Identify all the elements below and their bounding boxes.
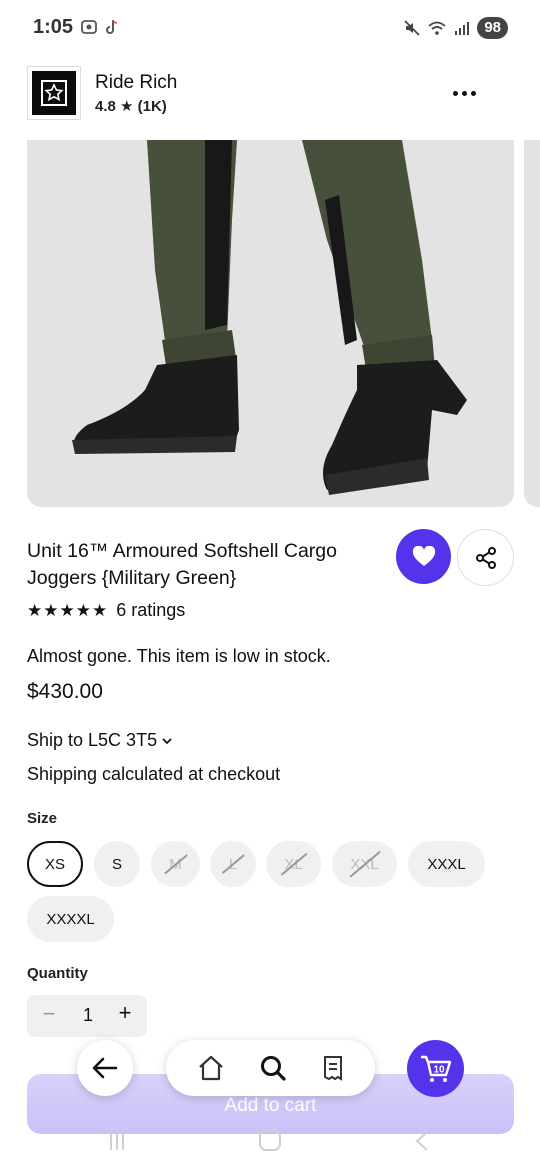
size-option-xl[interactable]: XL	[266, 841, 321, 887]
size-option-s[interactable]: S	[94, 841, 140, 887]
size-option-xxxxl[interactable]: XXXXL	[27, 896, 114, 942]
back-button[interactable]	[77, 1040, 133, 1096]
product-title: Unit 16™ Armoured Softshell Cargo Jogger…	[27, 540, 337, 589]
recent-apps-button[interactable]	[110, 1130, 124, 1150]
mute-icon	[404, 20, 420, 36]
cart-icon: 10	[420, 1055, 451, 1082]
battery-indicator: 98	[477, 17, 508, 39]
size-label: Size	[27, 810, 58, 827]
stock-status: Almost gone. This item is low in stock.	[27, 646, 331, 666]
status-time: 1:05	[33, 16, 74, 38]
wifi-icon	[428, 21, 446, 35]
status-system-icons: 98	[403, 17, 508, 39]
size-option-xs[interactable]: XS	[27, 841, 83, 887]
system-navigation-bar	[0, 1120, 540, 1170]
signal-icon	[455, 22, 470, 35]
floating-nav	[166, 1040, 375, 1096]
ship-to-selector[interactable]: Ship to L5C 3T5	[27, 730, 173, 751]
shop-rating: 4.8 ★ (1K)	[95, 98, 167, 115]
search-icon[interactable]	[259, 1054, 287, 1082]
shop-logo[interactable]	[27, 66, 81, 120]
shipping-note: Shipping calculated at checkout	[27, 764, 281, 784]
size-option-l[interactable]: L	[210, 841, 256, 887]
quantity-value: 1	[82, 1005, 93, 1025]
next-image-peek[interactable]	[524, 140, 540, 507]
shop-header: Ride Rich 4.8 ★ (1K)	[0, 62, 540, 124]
cart-button[interactable]: 10	[407, 1040, 464, 1097]
home-icon[interactable]	[197, 1055, 225, 1081]
favorite-button[interactable]	[396, 529, 451, 584]
size-option-xxxl[interactable]: XXXL	[408, 841, 485, 887]
status-notification-icons	[80, 18, 120, 36]
ship-to-label: Ship to L5C 3T5	[27, 730, 158, 750]
camera-capture-icon	[81, 20, 97, 34]
product-photo	[72, 140, 467, 495]
shop-name[interactable]: Ride Rich	[95, 72, 177, 94]
brand-logo-icon	[41, 80, 67, 106]
product-image[interactable]	[27, 140, 514, 507]
receipt-icon[interactable]	[322, 1055, 344, 1081]
product-rating[interactable]: ★★★★★ 6 ratings	[27, 600, 185, 621]
status-bar: 1:05 98	[0, 0, 540, 56]
rating-count: 6 ratings	[116, 600, 186, 620]
product-price: $430.00	[27, 680, 103, 703]
quantity-decrease-button[interactable]: −	[39, 1001, 59, 1027]
back-arrow-icon	[92, 1057, 118, 1079]
more-icon	[452, 90, 458, 96]
system-back-icon[interactable]	[414, 1130, 430, 1152]
quantity-increase-button[interactable]: +	[115, 1000, 135, 1026]
quantity-label: Quantity	[27, 965, 88, 982]
rating-stars: ★★★★★	[27, 600, 109, 620]
quantity-stepper: − 1 +	[27, 995, 147, 1037]
tiktok-icon	[106, 19, 118, 34]
share-button[interactable]	[457, 529, 514, 586]
share-icon	[475, 546, 496, 569]
system-home-button[interactable]	[259, 1129, 281, 1151]
more-options-button[interactable]	[446, 76, 482, 110]
heart-icon	[412, 545, 435, 566]
cart-count: 10	[433, 1064, 445, 1075]
size-option-m[interactable]: M	[151, 841, 200, 887]
size-option-xxl[interactable]: XXL	[332, 841, 397, 887]
chevron-down-icon	[162, 737, 172, 744]
